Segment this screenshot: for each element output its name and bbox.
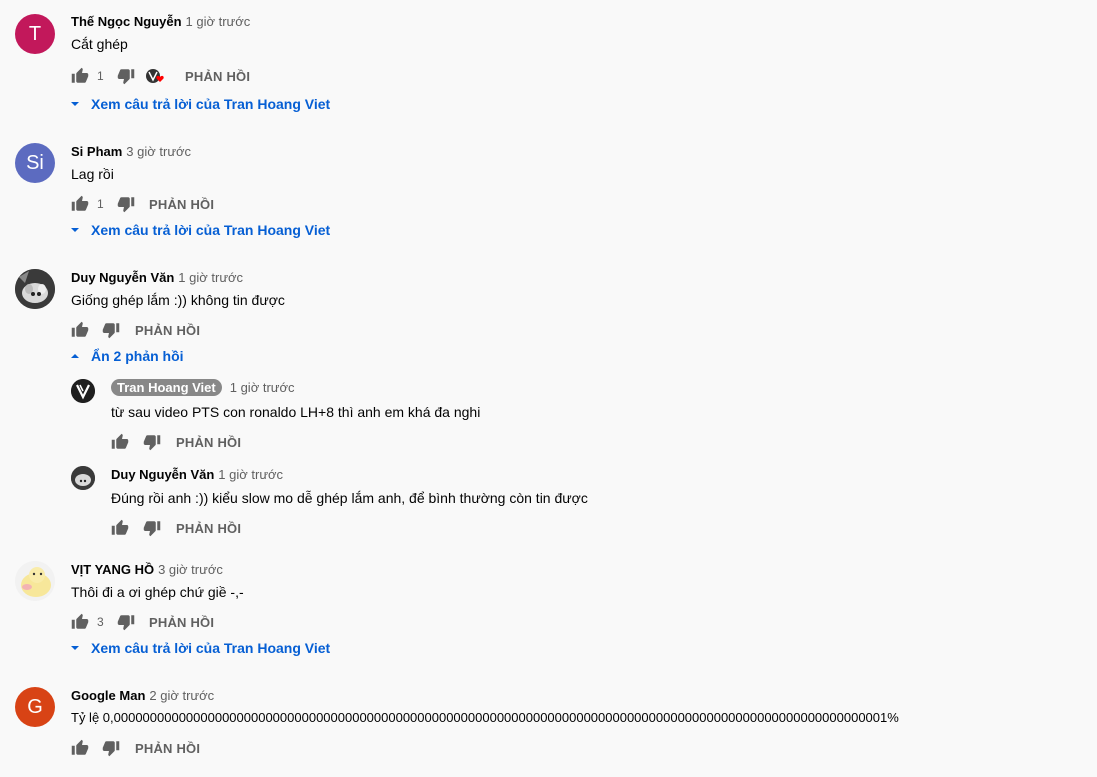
comment-header: Google Man 2 giờ trước — [71, 688, 214, 703]
timestamp[interactable]: 3 giờ trước — [126, 144, 191, 159]
reply-button[interactable]: PHẢN HỒI — [185, 69, 250, 84]
timestamp[interactable]: 2 giờ trước — [149, 688, 214, 703]
avatar[interactable]: Si — [15, 143, 55, 183]
author-name[interactable]: Duy Nguyễn Văn — [71, 270, 174, 285]
comment-toolbar: 3 PHẢN HỒI — [71, 612, 214, 632]
comment-header: VỊT YANG HỒ 3 giờ trước — [71, 562, 223, 577]
comment-toolbar: 1 PHẢN HỒI — [71, 66, 250, 86]
like-icon[interactable] — [111, 519, 129, 537]
like-count: 3 — [97, 615, 104, 629]
view-replies-button[interactable]: Xem câu trả lời của Tran Hoang Viet — [69, 640, 330, 656]
comment-toolbar: PHẢN HỒI — [71, 320, 200, 340]
author-name[interactable]: Duy Nguyễn Văn — [111, 467, 214, 482]
dislike-icon[interactable] — [102, 739, 120, 757]
dislike-icon[interactable] — [102, 321, 120, 339]
avatar[interactable] — [15, 561, 55, 601]
channel-owner-badge[interactable]: Tran Hoang Viet — [111, 379, 222, 396]
like-count: 1 — [97, 69, 104, 83]
reply-toolbar: PHẢN HỒI — [111, 432, 241, 452]
comment-header: Thế Ngọc Nguyễn 1 giờ trước — [71, 14, 250, 29]
like-icon[interactable] — [111, 433, 129, 451]
view-replies-button[interactable]: Xem câu trả lời của Tran Hoang Viet — [69, 222, 330, 238]
chevron-down-icon — [69, 642, 81, 654]
view-replies-button[interactable]: Xem câu trả lời của Tran Hoang Viet — [69, 96, 330, 112]
comment-text: Cắt ghép — [71, 36, 128, 52]
author-name[interactable]: VỊT YANG HỒ — [71, 562, 154, 577]
reply-header: Duy Nguyễn Văn 1 giờ trước — [111, 467, 283, 482]
like-icon[interactable] — [71, 195, 89, 213]
timestamp[interactable]: 1 giờ trước — [230, 380, 295, 395]
avatar[interactable] — [15, 269, 55, 309]
comment-toolbar: PHẢN HỒI — [71, 738, 200, 758]
reply-text: Đúng rồi anh :)) kiểu slow mo dễ ghép lắ… — [111, 490, 588, 506]
author-name[interactable]: Si Pham — [71, 144, 122, 159]
timestamp[interactable]: 3 giờ trước — [158, 562, 223, 577]
comment-header: Duy Nguyễn Văn 1 giờ trước — [71, 270, 243, 285]
view-replies-label: Xem câu trả lời của Tran Hoang Viet — [91, 96, 331, 112]
comment-text: Giống ghép lắm :)) không tin được — [71, 292, 285, 308]
avatar[interactable] — [71, 466, 95, 490]
like-icon[interactable] — [71, 321, 89, 339]
like-icon[interactable] — [71, 613, 89, 631]
hide-replies-label: Ẩn 2 phản hồi — [91, 348, 184, 364]
avatar[interactable]: T — [15, 14, 55, 54]
timestamp[interactable]: 1 giờ trước — [186, 14, 251, 29]
reply-button[interactable]: PHẢN HỒI — [149, 197, 214, 212]
reply-button[interactable]: PHẢN HỒI — [135, 741, 200, 756]
avatar[interactable] — [71, 379, 95, 403]
reply-button[interactable]: PHẢN HỒI — [176, 435, 241, 450]
dislike-icon[interactable] — [117, 613, 135, 631]
dislike-icon[interactable] — [143, 519, 161, 537]
dislike-icon[interactable] — [117, 67, 135, 85]
reply-button[interactable]: PHẢN HỒI — [135, 323, 200, 338]
dislike-icon[interactable] — [117, 195, 135, 213]
reply-header: Tran Hoang Viet 1 giờ trước — [111, 379, 295, 396]
reply-text: từ sau video PTS con ronaldo LH+8 thì an… — [111, 404, 481, 420]
author-name[interactable]: Google Man — [71, 688, 145, 703]
comment-text: Tỷ lệ 0,00000000000000000000000000000000… — [71, 710, 899, 725]
comment-toolbar: 1 PHẢN HỒI — [71, 194, 214, 214]
chevron-up-icon — [69, 350, 81, 362]
like-icon[interactable] — [71, 67, 89, 85]
view-replies-label: Xem câu trả lời của Tran Hoang Viet — [91, 640, 331, 656]
dislike-icon[interactable] — [143, 433, 161, 451]
reply-toolbar: PHẢN HỒI — [111, 518, 241, 538]
view-replies-label: Xem câu trả lời của Tran Hoang Viet — [91, 222, 331, 238]
chevron-down-icon — [69, 224, 81, 236]
chevron-down-icon — [69, 98, 81, 110]
like-icon[interactable] — [71, 739, 89, 757]
creator-heart-icon — [145, 67, 169, 85]
timestamp[interactable]: 1 giờ trước — [178, 270, 243, 285]
hide-replies-button[interactable]: Ẩn 2 phản hồi — [69, 348, 184, 364]
avatar[interactable]: G — [15, 687, 55, 727]
comment-text: Thôi đi a ơi ghép chứ giề -,- — [71, 584, 244, 600]
reply-button[interactable]: PHẢN HỒI — [149, 615, 214, 630]
comment-text: Lag rồi — [71, 166, 114, 182]
reply-button[interactable]: PHẢN HỒI — [176, 521, 241, 536]
like-count: 1 — [97, 197, 104, 211]
comment-header: Si Pham 3 giờ trước — [71, 144, 191, 159]
author-name[interactable]: Thế Ngọc Nguyễn — [71, 14, 182, 29]
timestamp[interactable]: 1 giờ trước — [218, 467, 283, 482]
